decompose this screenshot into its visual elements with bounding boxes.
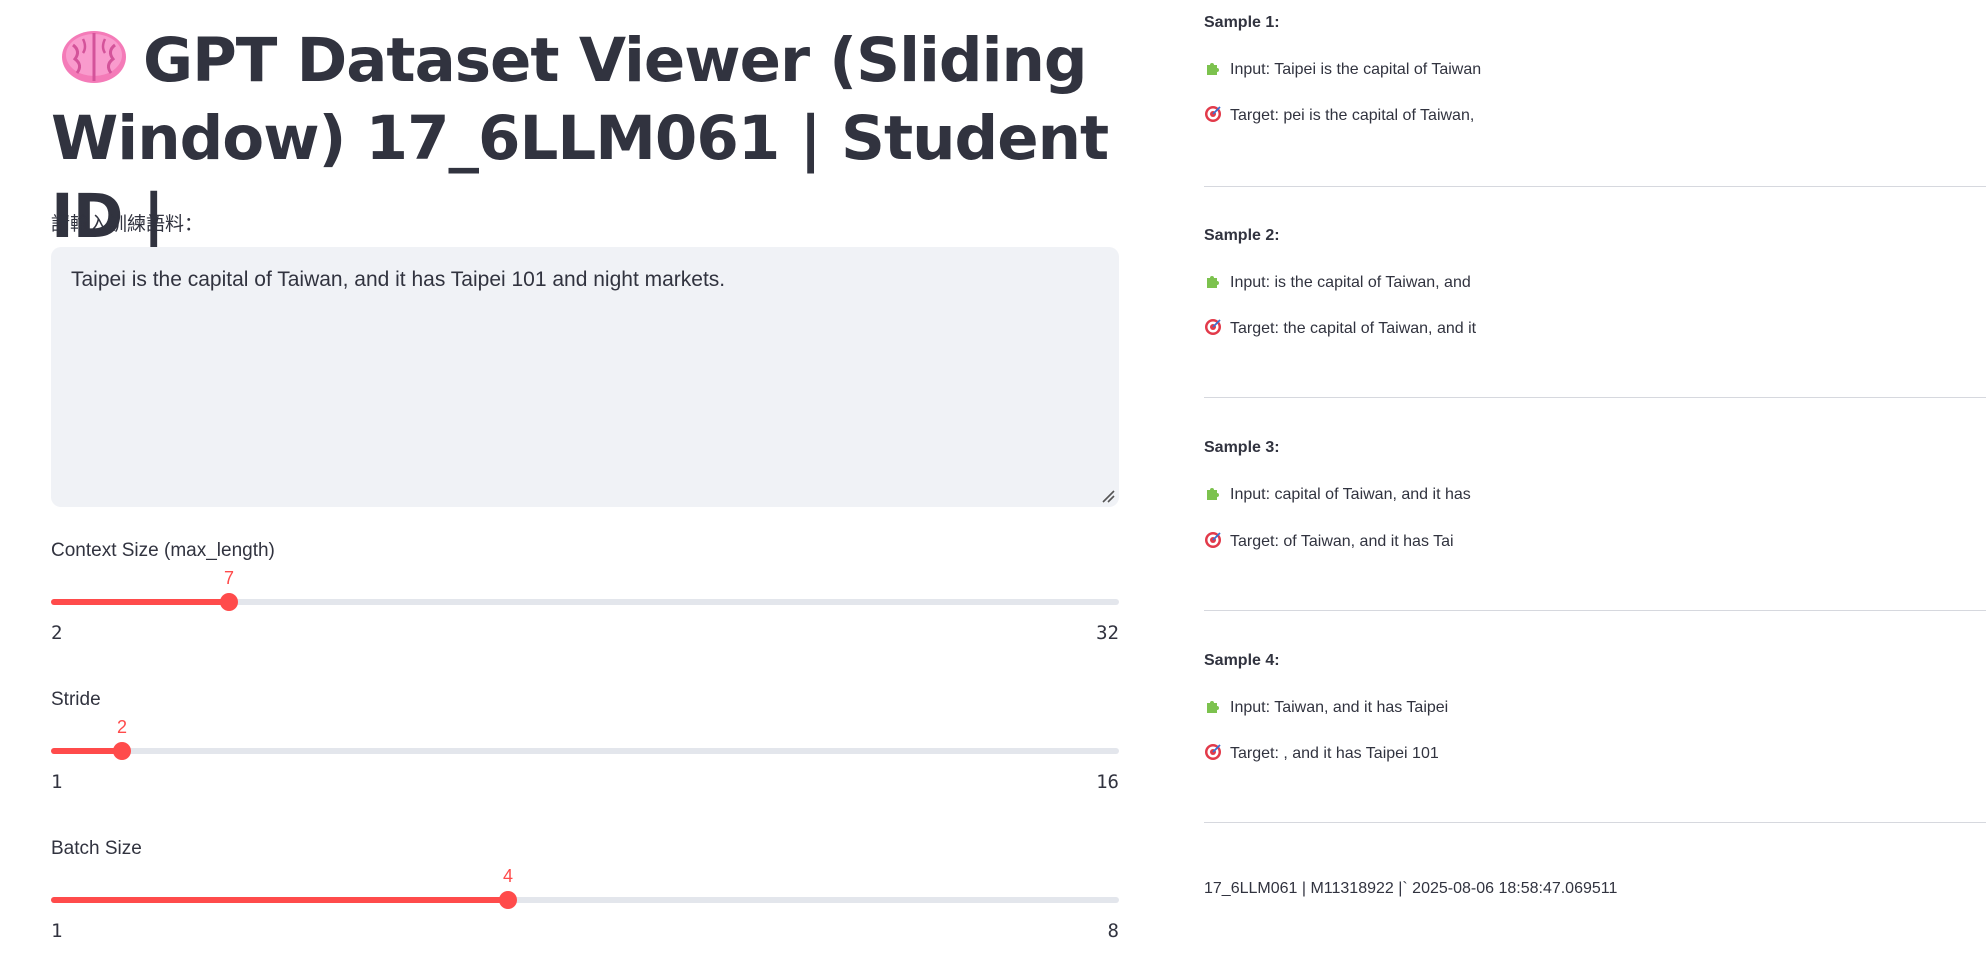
stride-label: Stride — [51, 689, 101, 710]
slider-min: 1 — [51, 920, 63, 942]
slider-fill — [51, 599, 229, 605]
sample-title: Sample 2: — [1204, 227, 1280, 244]
target-icon — [1205, 744, 1221, 760]
batch-size-label: Batch Size — [51, 838, 142, 859]
sample-target: Target: pei is the capital of Taiwan, — [1204, 105, 1474, 125]
batch-size-slider[interactable]: 4 1 8 — [51, 866, 1119, 942]
divider — [1204, 610, 1986, 611]
sample-input-text: Input: Taiwan, and it has Taipei — [1230, 699, 1449, 716]
sample-target: Target: , and it has Taipei 101 — [1204, 743, 1439, 763]
sample-input: Input: capital of Taiwan, and it has — [1204, 484, 1471, 504]
divider — [1204, 822, 1986, 823]
divider — [1204, 397, 1986, 398]
sample-input-text: Input: is the capital of Taiwan, and — [1230, 274, 1471, 291]
context-size-slider[interactable]: 7 2 32 — [51, 568, 1119, 644]
slider-max: 16 — [1096, 771, 1119, 793]
corpus-textarea[interactable]: Taipei is the capital of Taiwan, and it … — [51, 247, 1119, 507]
slider-value: 4 — [502, 866, 514, 886]
target-icon — [1205, 106, 1221, 122]
samples-column: Sample 1: Input: Taipei is the capital o… — [1204, 0, 1986, 978]
page-title-text: GPT Dataset Viewer (Sliding Window) 17_6… — [51, 25, 1109, 252]
page-title: GPT Dataset Viewer (Sliding Window) 17_6… — [51, 22, 1119, 256]
resize-handle-icon[interactable] — [1101, 489, 1115, 503]
slider-track[interactable] — [51, 897, 1119, 903]
slider-value: 2 — [116, 717, 128, 737]
sample-input: Input: Taipei is the capital of Taiwan — [1204, 59, 1481, 79]
sample-target-text: Target: the capital of Taiwan, and it — [1230, 320, 1477, 337]
sample-target-text: Target: of Taiwan, and it has Tai — [1230, 533, 1454, 550]
sample-target: Target: the capital of Taiwan, and it — [1204, 318, 1476, 338]
target-icon — [1205, 319, 1221, 335]
slider-fill — [51, 897, 508, 903]
slider-value: 7 — [223, 568, 235, 588]
puzzle-piece-icon — [1207, 488, 1219, 500]
slider-fill — [51, 748, 122, 754]
main-column: GPT Dataset Viewer (Sliding Window) 17_6… — [51, 0, 1119, 978]
corpus-label: 請輸入訓練語料： — [51, 214, 204, 235]
slider-max: 8 — [1107, 920, 1119, 942]
stride-slider[interactable]: 2 1 16 — [51, 717, 1119, 793]
footer-caption: 17_6LLM061 | M11318922 |` 2025-08-06 18:… — [1204, 880, 1618, 897]
puzzle-piece-icon — [1207, 63, 1219, 75]
corpus-text: Taipei is the capital of Taiwan, and it … — [71, 268, 726, 291]
slider-max: 32 — [1096, 622, 1119, 644]
slider-track[interactable] — [51, 748, 1119, 754]
sample-target: Target: of Taiwan, and it has Tai — [1204, 531, 1454, 551]
sample-title: Sample 1: — [1204, 14, 1280, 31]
sample-title: Sample 3: — [1204, 439, 1280, 456]
puzzle-piece-icon — [1207, 701, 1219, 713]
sample-input-text: Input: Taipei is the capital of Taiwan — [1230, 61, 1482, 78]
slider-min: 1 — [51, 771, 63, 793]
sample-target-text: Target: , and it has Taipei 101 — [1230, 745, 1439, 762]
divider — [1204, 186, 1986, 187]
sample-input: Input: is the capital of Taiwan, and — [1204, 272, 1471, 292]
slider-track[interactable] — [51, 599, 1119, 605]
target-icon — [1205, 532, 1221, 548]
slider-thumb[interactable] — [113, 742, 131, 760]
slider-min: 2 — [51, 622, 63, 644]
slider-thumb[interactable] — [499, 891, 517, 909]
sample-input-text: Input: capital of Taiwan, and it has — [1230, 486, 1471, 503]
sample-title: Sample 4: — [1204, 652, 1280, 669]
puzzle-piece-icon — [1207, 276, 1219, 288]
context-size-label: Context Size (max_length) — [51, 540, 275, 561]
slider-thumb[interactable] — [220, 593, 238, 611]
sample-input: Input: Taiwan, and it has Taipei — [1204, 697, 1448, 717]
sample-target-text: Target: pei is the capital of Taiwan, — [1230, 107, 1475, 124]
brain-icon — [62, 31, 126, 83]
